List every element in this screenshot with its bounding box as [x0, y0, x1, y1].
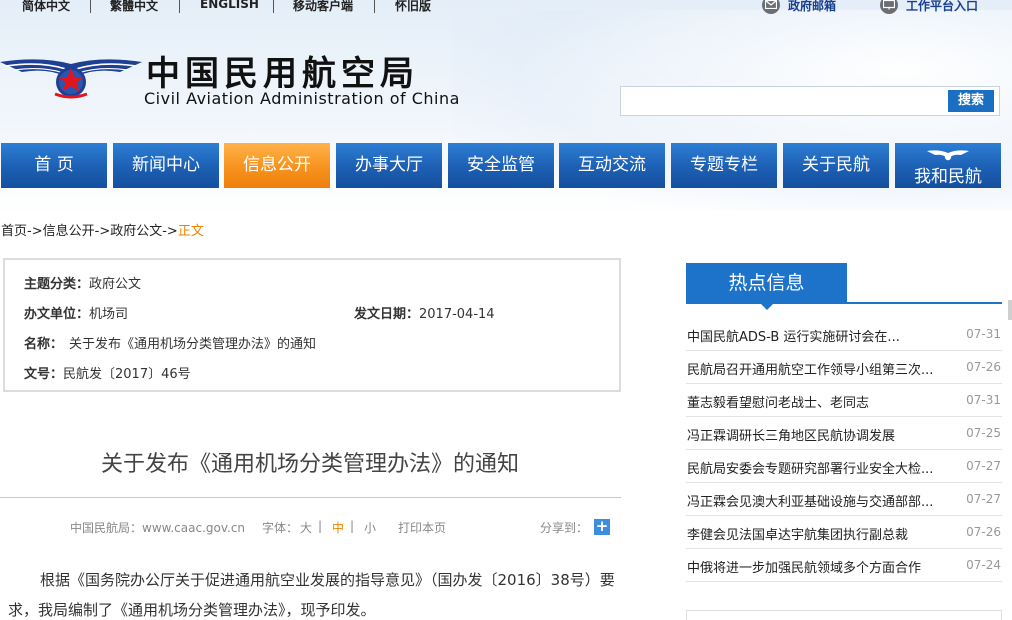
nav-item-news[interactable]: 新闻中心: [113, 143, 219, 188]
list-item[interactable]: 中俄将进一步加强民航领域多个方面合作 07-24: [686, 549, 1002, 582]
monitor-icon: [880, 0, 898, 14]
nav-item-about[interactable]: 关于民航: [783, 143, 889, 188]
list-item[interactable]: 中国民航ADS-B 运行实施研讨会在... 07-31: [686, 318, 1002, 351]
news-title[interactable]: 董志毅看望慰问老战士、老同志: [687, 392, 945, 411]
font-size-divider: |: [318, 519, 323, 533]
news-title[interactable]: 冯正霖会见澳大利亚基础设施与交通部部...: [687, 491, 945, 510]
info-name: 名称： 关于发布《通用机场分类管理办法》的通知: [24, 333, 316, 352]
news-title[interactable]: 民航局安委会专题研究部署行业安全大检...: [687, 458, 945, 477]
topbar-divider: [90, 0, 91, 13]
list-item[interactable]: 民航局安委会专题研究部署行业安全大检... 07-27: [686, 450, 1002, 483]
font-size-large[interactable]: 大: [300, 519, 312, 536]
breadcrumb-current: 正文: [177, 224, 204, 239]
caac-emblem-icon: [0, 59, 142, 99]
work-platform-link[interactable]: 工作平台入口: [906, 0, 978, 14]
info-name-value: 关于发布《通用机场分类管理办法》的通知: [69, 337, 317, 352]
hot-news-list: 中国民航ADS-B 运行实施研讨会在... 07-31 民航局召开通用航空工作领…: [686, 318, 1002, 582]
topbar-divider: [374, 0, 375, 13]
nav-item-topics[interactable]: 专题专栏: [671, 143, 777, 188]
nav-item-safety[interactable]: 安全监管: [448, 143, 554, 188]
gov-mail-link[interactable]: 政府邮箱: [788, 0, 836, 14]
nav-item-service-hall[interactable]: 办事大厅: [336, 143, 442, 188]
search-button[interactable]: 搜索: [948, 90, 994, 112]
logo-chinese-name: 中国民用航空局: [146, 54, 419, 94]
info-unit-value: 机场司: [89, 307, 129, 322]
breadcrumb-gov-docs[interactable]: 政府公文: [110, 224, 162, 239]
news-title[interactable]: 冯正霖调研长三角地区民航协调发展: [687, 425, 945, 444]
info-number-value: 民航发〔2017〕46号: [63, 367, 191, 382]
nav-item-label: 我和民航: [914, 167, 982, 187]
mail-icon: [762, 0, 780, 14]
site-logo[interactable]: 中国民用航空局 Civil Aviation Administration of…: [0, 50, 470, 110]
font-size-divider: |: [350, 519, 355, 533]
breadcrumb-arrow: ->: [94, 224, 111, 239]
article-title: 关于发布《通用机场分类管理办法》的通知: [100, 452, 519, 477]
info-unit-label: 办文单位：: [24, 307, 90, 322]
info-date-label: 发文日期：: [354, 307, 420, 322]
main-nav: 首 页 新闻中心 信息公开 办事大厅 安全监管 互动交流 专题专栏 关于民航 我…: [0, 143, 1012, 188]
list-item[interactable]: 李健会见法国卓达宇航集团执行副总裁 07-26: [686, 516, 1002, 549]
scrollbar-thumb[interactable]: [1008, 300, 1012, 320]
wing-emblem-icon: [927, 150, 969, 161]
info-category-value: 政府公文: [89, 277, 142, 292]
news-date: 07-27: [966, 492, 1001, 506]
nav-item-home[interactable]: 首 页: [1, 143, 107, 188]
info-category-label: 主题分类：: [24, 277, 90, 292]
news-title[interactable]: 李健会见法国卓达宇航集团执行副总裁: [687, 524, 945, 543]
title-divider: [0, 497, 621, 498]
english-link[interactable]: ENGLISH: [200, 0, 259, 11]
breadcrumb-home[interactable]: 首页: [1, 224, 27, 239]
hot-info-tab[interactable]: 热点信息: [686, 263, 847, 310]
news-date: 07-24: [966, 558, 1001, 572]
breadcrumb-arrow: ->: [27, 224, 43, 239]
print-page-link[interactable]: 打印本页: [398, 519, 446, 536]
news-date: 07-25: [966, 426, 1001, 440]
info-date: 发文日期：2017-04-14: [354, 303, 495, 322]
info-name-label: 名称：: [24, 337, 64, 352]
share-label: 分享到：: [540, 521, 589, 535]
topbar-divider: [273, 0, 274, 13]
font-size-small[interactable]: 小: [364, 519, 376, 536]
article-body: 根据《国务院办公厅关于促进通用航空业发展的指导意见》（国办发〔2016〕38号）…: [8, 571, 615, 619]
document-info-box: 主题分类：政府公文 办文单位：机场司 发文日期：2017-04-14 名称： 关于…: [3, 258, 621, 392]
list-item[interactable]: 冯正霖会见澳大利亚基础设施与交通部部... 07-27: [686, 483, 1002, 516]
breadcrumb: 首页->信息公开->政府公文->正文: [1, 220, 204, 239]
info-number-label: 文号：: [24, 367, 64, 382]
news-title[interactable]: 中国民航ADS-B 运行实施研讨会在...: [687, 326, 945, 345]
font-size-medium[interactable]: 中: [332, 519, 344, 536]
info-number: 文号：民航发〔2017〕46号: [24, 363, 191, 382]
news-title[interactable]: 中俄将进一步加强民航领域多个方面合作: [687, 557, 945, 576]
sidebar-next-panel: [686, 610, 1002, 620]
nav-item-me-and-caac[interactable]: 我和民航: [895, 143, 1001, 188]
topbar-divider: [179, 0, 180, 13]
simplified-chinese-link[interactable]: 简体中文: [22, 0, 70, 14]
logo-english-name: Civil Aviation Administration of China: [144, 89, 460, 108]
search-input[interactable]: [625, 90, 945, 112]
list-item[interactable]: 董志毅看望慰问老战士、老同志 07-31: [686, 384, 1002, 417]
search-bar: 搜索: [620, 86, 1000, 116]
info-unit: 办文单位：机场司: [24, 303, 128, 322]
news-date: 07-26: [966, 525, 1001, 539]
news-date: 07-26: [966, 360, 1001, 374]
news-date: 07-31: [966, 327, 1001, 341]
nav-item-info-public[interactable]: 信息公开: [224, 143, 330, 188]
info-category: 主题分类：政府公文: [24, 273, 141, 292]
mobile-client-link[interactable]: 移动客户端: [293, 0, 353, 14]
old-version-link[interactable]: 怀旧版: [395, 0, 431, 14]
news-title[interactable]: 民航局召开通用航空工作领导小组第三次...: [687, 359, 945, 378]
news-date: 07-31: [966, 393, 1001, 407]
traditional-chinese-link[interactable]: 繁體中文: [110, 0, 158, 14]
breadcrumb-info-public[interactable]: 信息公开: [43, 224, 95, 239]
share-plus-icon[interactable]: +: [594, 519, 610, 535]
breadcrumb-arrow: ->: [162, 224, 178, 239]
list-item[interactable]: 民航局召开通用航空工作领导小组第三次... 07-26: [686, 351, 1002, 384]
font-size-label: 字体：: [262, 521, 299, 535]
news-date: 07-27: [966, 459, 1001, 473]
nav-item-interaction[interactable]: 互动交流: [559, 143, 665, 188]
info-date-value: 2017-04-14: [419, 307, 495, 322]
list-item[interactable]: 冯正霖调研长三角地区民航协调发展 07-25: [686, 417, 1002, 450]
article-source: 中国民航局：www.caac.gov.cn: [70, 521, 246, 535]
hot-info-underline: [686, 302, 1002, 304]
top-bar: 简体中文 繁體中文 ENGLISH 移动客户端 怀旧版 政府邮箱 工作平台入口: [0, 0, 1012, 14]
